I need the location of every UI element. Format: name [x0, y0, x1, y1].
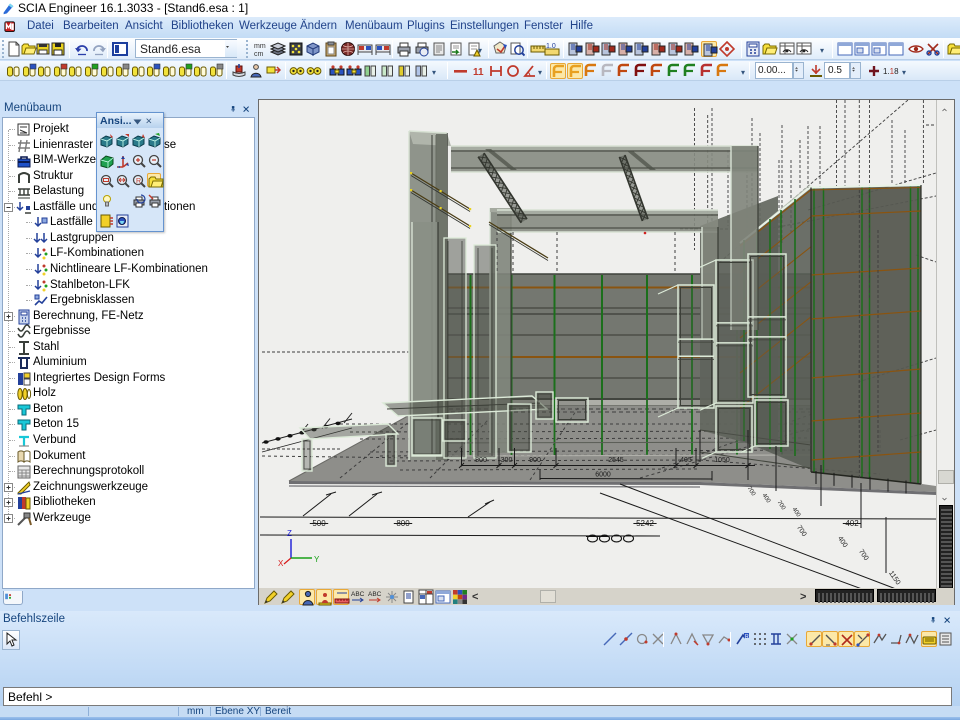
svg-text:900: 900 — [529, 457, 541, 464]
svg-text:ABC: ABC — [351, 591, 365, 598]
svg-text:cm: cm — [254, 51, 264, 57]
svg-text:1.0: 1.0 — [546, 43, 556, 50]
svg-text:Z: Z — [287, 529, 292, 538]
svg-text:R: R — [745, 634, 749, 640]
svg-text:800: 800 — [475, 457, 487, 464]
svg-text:2545: 2545 — [608, 457, 624, 464]
svg-text:11: 11 — [473, 67, 484, 78]
svg-text:300: 300 — [501, 457, 513, 464]
svg-text:1.18: 1.18 — [883, 67, 899, 76]
svg-text:X: X — [278, 559, 284, 568]
svg-text:ABC: ABC — [368, 591, 382, 598]
svg-text:405: 405 — [680, 457, 692, 464]
svg-text:mm: mm — [254, 43, 266, 50]
svg-text:1050: 1050 — [714, 457, 730, 464]
svg-text:Y: Y — [314, 555, 320, 564]
svg-text:R: R — [136, 178, 141, 185]
svg-text:6000: 6000 — [595, 472, 611, 479]
